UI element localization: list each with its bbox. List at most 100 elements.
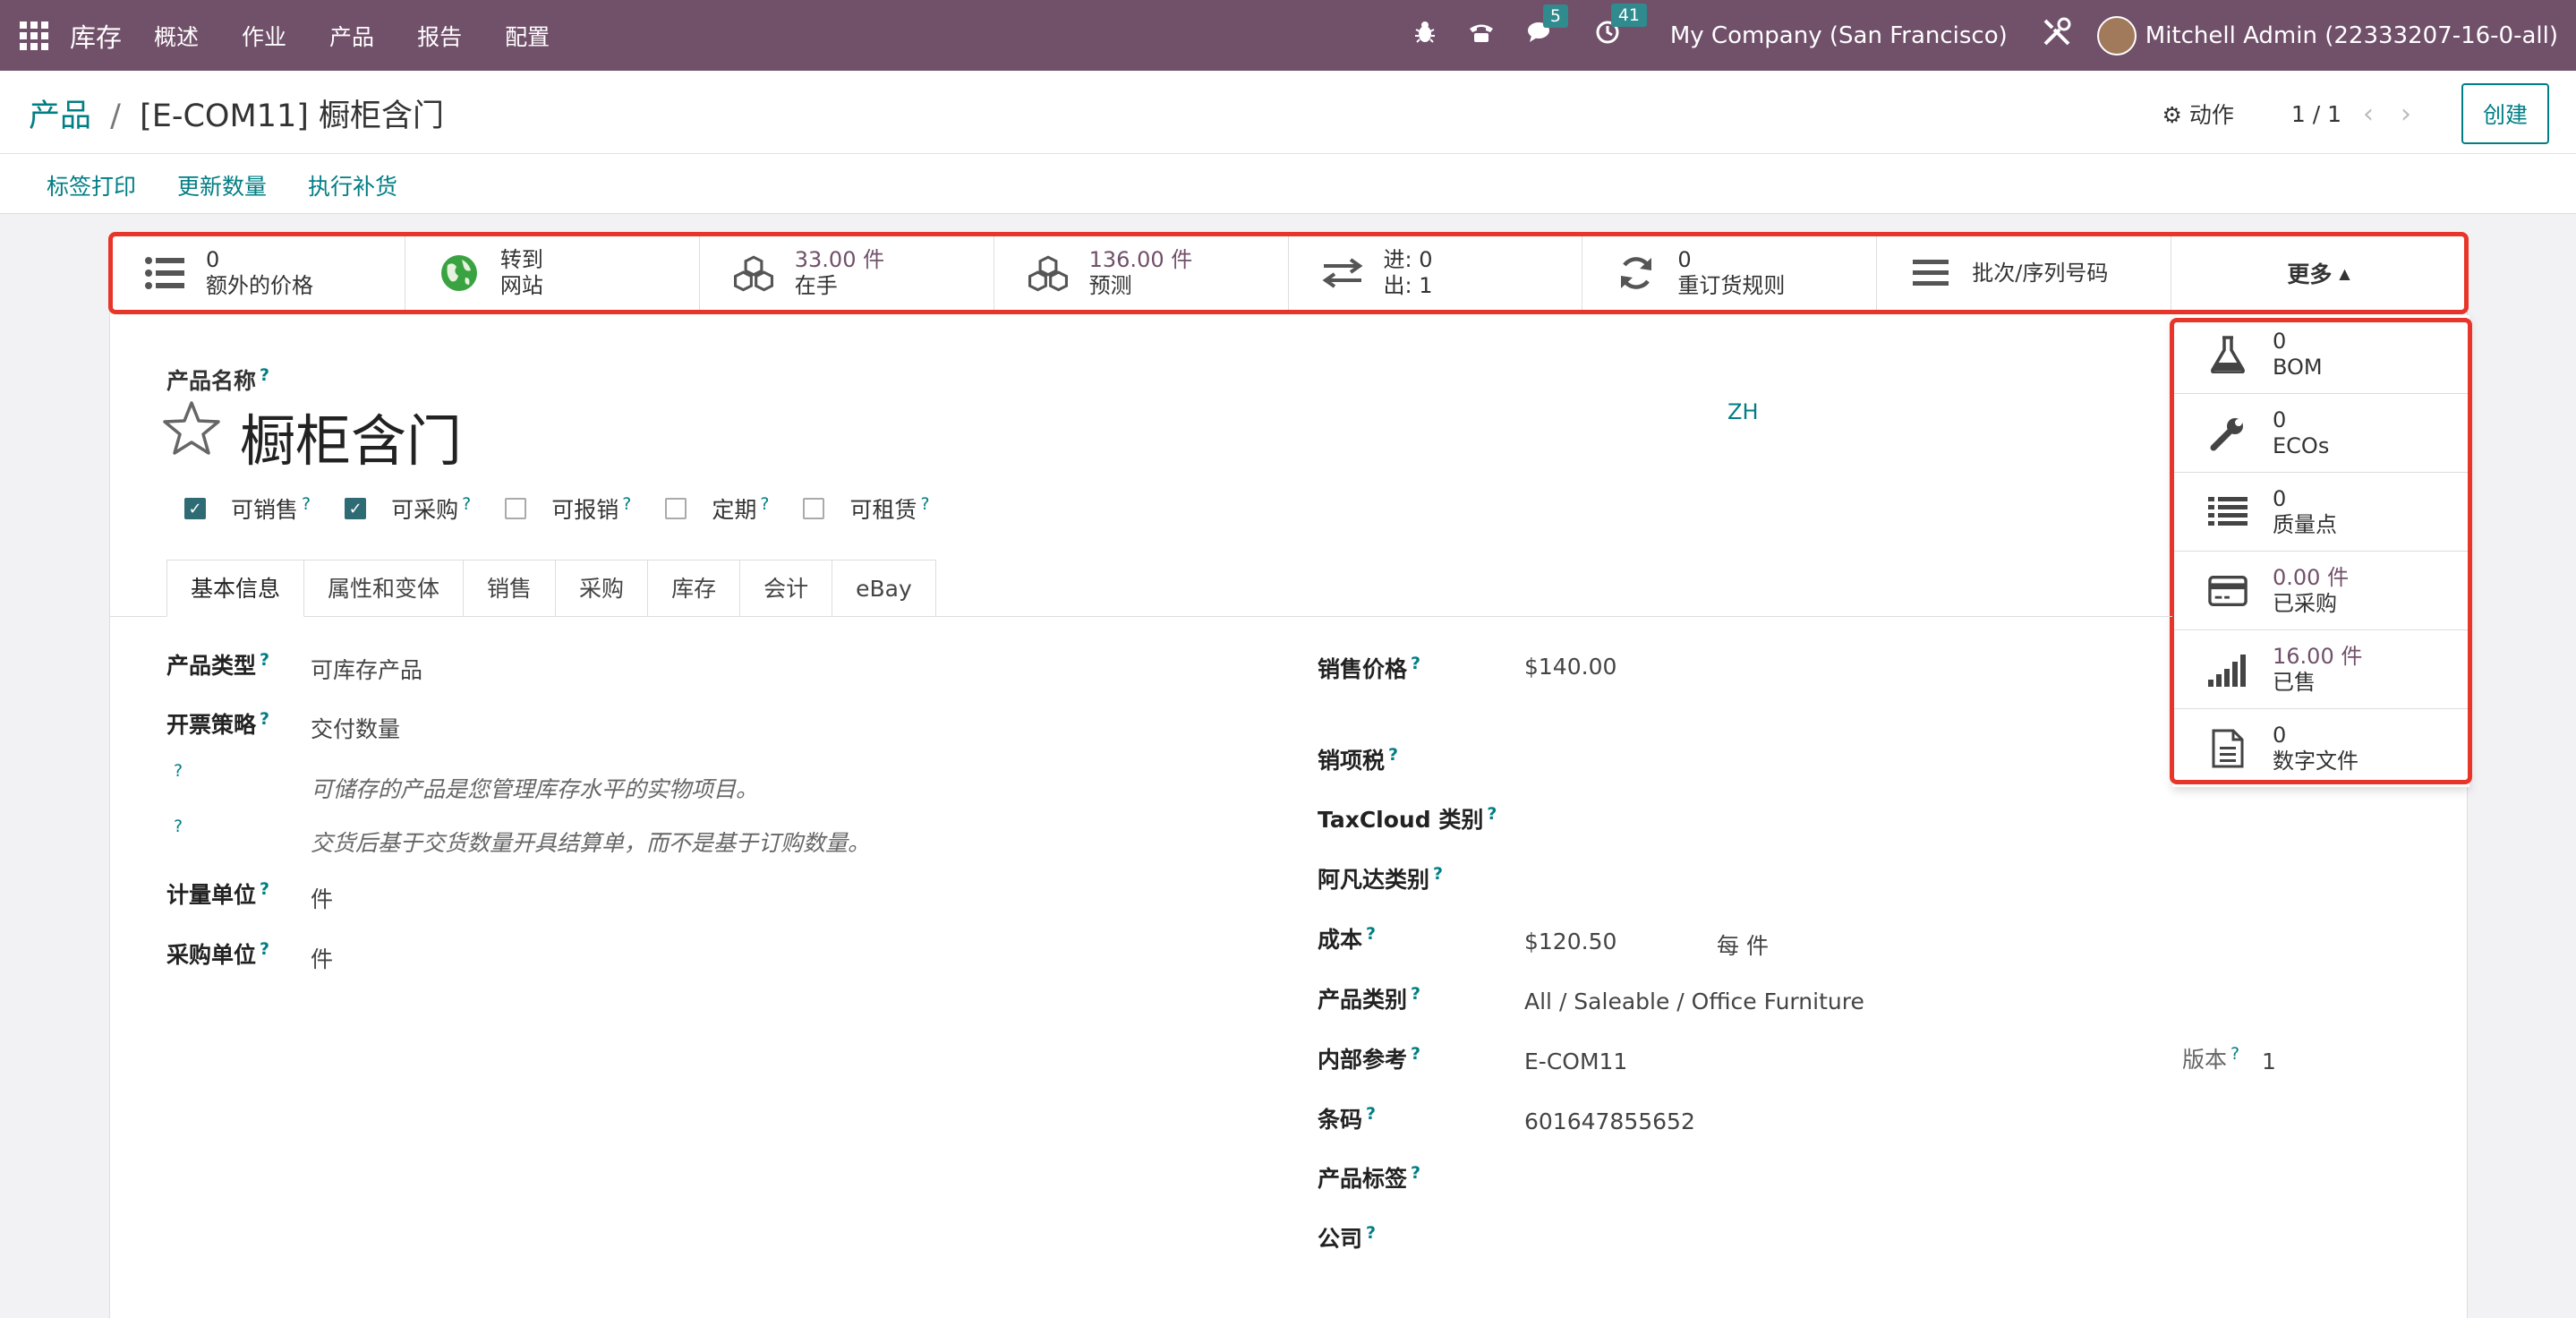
- stat-forecasted[interactable]: 136.00 件预测: [994, 235, 1289, 312]
- gear-icon: ⚙: [2162, 102, 2182, 128]
- stat-label: 网站: [499, 273, 543, 298]
- dropdown-item-sold[interactable]: 16.00 件已售: [2172, 630, 2469, 709]
- print-labels-button[interactable]: 标签打印: [47, 169, 136, 201]
- stat-on-hand[interactable]: 33.00 件在手: [700, 235, 994, 312]
- can-be-expensed-checkbox[interactable]: [505, 498, 527, 519]
- tools-icon[interactable]: [2042, 17, 2072, 54]
- invoice-policy-note: 交货后基于交货数量开具结算单，而不是基于订购数量。: [311, 830, 871, 856]
- customer-taxes-label: 销项税?: [1318, 744, 1399, 774]
- menu-overview[interactable]: 概述: [154, 20, 199, 52]
- dropdown-value: 0: [2273, 485, 2287, 511]
- stat-in-out[interactable]: 进: 0 出: 1: [1289, 235, 1583, 312]
- stat-value: 33.00 件: [794, 247, 885, 272]
- file-icon: [2208, 729, 2248, 768]
- can-be-rented-label: 可租赁?: [849, 493, 930, 523]
- cost-label: 成本?: [1318, 923, 1377, 953]
- menu-products[interactable]: 产品: [329, 20, 374, 52]
- menu-reporting[interactable]: 报告: [417, 20, 462, 52]
- bug-icon[interactable]: [1414, 21, 1436, 50]
- dropdown-item-purchased[interactable]: 0.00 件已采购: [2172, 552, 2469, 630]
- user-menu[interactable]: Mitchell Admin (22333207-16-0-all): [2145, 22, 2558, 49]
- create-button[interactable]: 创建: [2461, 83, 2549, 144]
- invoice-policy-label: 开票策略?: [166, 708, 270, 738]
- dropdown-item-digital-files[interactable]: 0 数字文件: [2172, 709, 2469, 788]
- tab-inventory[interactable]: 库存: [648, 560, 741, 617]
- pager-next-icon[interactable]: ›: [2401, 98, 2411, 130]
- sales-price-label: 销售价格?: [1318, 653, 1421, 682]
- dropdown-item-quality-points[interactable]: 0 质量点: [2172, 473, 2469, 552]
- flask-icon: [2208, 335, 2248, 374]
- cost-value[interactable]: $120.50: [1524, 929, 1616, 954]
- language-button[interactable]: ZH: [1727, 399, 1759, 424]
- dropdown-item-bom[interactable]: 0 BOM: [2172, 315, 2469, 394]
- product-category-value[interactable]: All / Saleable / Office Furniture: [1524, 988, 1864, 1014]
- company-label: 公司?: [1318, 1222, 1377, 1252]
- stat-value: 0: [206, 247, 220, 272]
- action-menu-button[interactable]: ⚙ 动作: [2162, 98, 2233, 130]
- more-label: 更多: [2287, 261, 2333, 287]
- stat-lots-serials[interactable]: 批次/序列号码: [1877, 235, 2172, 312]
- uom-value[interactable]: 件: [311, 882, 333, 914]
- caret-up-icon: ▲: [2339, 264, 2350, 282]
- breadcrumb-products-link[interactable]: 产品: [29, 98, 91, 134]
- stat-go-to-website[interactable]: 转到 网站: [405, 235, 700, 312]
- taxcloud-category-label: TaxCloud 类别?: [1318, 803, 1497, 833]
- tab-ebay[interactable]: eBay: [832, 560, 936, 617]
- pager-previous-icon[interactable]: ‹: [2363, 98, 2374, 130]
- avatax-category-label: 阿凡达类别?: [1318, 863, 1444, 893]
- cubes-icon: [732, 252, 775, 295]
- sales-price-value[interactable]: $140.00: [1524, 654, 1616, 680]
- stat-reordering-rules[interactable]: 0 重订货规则: [1582, 235, 1878, 312]
- can-be-purchased-checkbox[interactable]: ✓: [345, 498, 367, 519]
- replenish-button[interactable]: 执行补货: [308, 169, 397, 201]
- phone-icon[interactable]: [1468, 21, 1495, 50]
- user-avatar[interactable]: [2096, 15, 2137, 56]
- update-quantity-button[interactable]: 更新数量: [177, 169, 267, 201]
- control-panel: 产品 / [E-COM11] 橱柜含门 ⚙ 动作 1 / 1 ‹ › 创建 标签…: [0, 71, 2576, 214]
- can-be-sold-checkbox[interactable]: ✓: [184, 498, 206, 519]
- tab-attributes-variants[interactable]: 属性和变体: [304, 560, 465, 617]
- menu-operations[interactable]: 作业: [242, 20, 286, 52]
- stat-extra-prices[interactable]: 0 额外的价格: [111, 235, 405, 312]
- star-icon[interactable]: [163, 399, 220, 457]
- purchase-uom-value[interactable]: 件: [311, 942, 333, 974]
- stat-label: 重订货规则: [1677, 273, 1786, 298]
- tab-accounting[interactable]: 会计: [740, 560, 833, 617]
- recurring-label: 定期?: [712, 493, 770, 523]
- action-label: 动作: [2188, 102, 2234, 128]
- stat-label: 在手: [794, 273, 838, 298]
- app-brand[interactable]: 库存: [70, 17, 122, 55]
- clock-icon[interactable]: 41: [1595, 4, 1648, 51]
- product-type-value[interactable]: 可库存产品: [311, 653, 422, 685]
- stat-label: 预测: [1088, 273, 1132, 298]
- dropdown-value: 0: [2273, 407, 2287, 432]
- stat-label: 额外的价格: [206, 273, 313, 298]
- chat-icon[interactable]: 5: [1527, 4, 1568, 50]
- stat-label: 批次/序列号码: [1972, 260, 2109, 286]
- pager-value[interactable]: 1 / 1: [2291, 101, 2341, 127]
- smart-button-bar: 0 额外的价格 转到 网站 33.00 件在手 136.00 件预测 进: 0 出: …: [111, 235, 2466, 312]
- dropdown-item-ecos[interactable]: 0 ECOs: [2172, 394, 2469, 473]
- recurring-checkbox[interactable]: [665, 498, 687, 519]
- control-divider: [0, 153, 2576, 154]
- product-title[interactable]: 橱柜含门: [240, 396, 462, 476]
- list-icon: [2208, 492, 2248, 532]
- invoice-policy-value[interactable]: 交付数量: [311, 712, 400, 744]
- menu-configuration[interactable]: 配置: [505, 20, 550, 52]
- form-tabs: 基本信息 属性和变体 销售 采购 库存 会计 eBay: [166, 560, 936, 617]
- header-buttons: 标签打印 更新数量 执行补货: [47, 169, 439, 201]
- tab-general-info[interactable]: 基本信息: [166, 560, 305, 617]
- internal-reference-value[interactable]: E-COM11: [1524, 1048, 1627, 1074]
- tab-purchase[interactable]: 采购: [556, 560, 649, 617]
- product-category-label: 产品类别?: [1318, 983, 1421, 1013]
- tab-sales[interactable]: 销售: [464, 560, 557, 617]
- dropdown-label: 已采购: [2273, 590, 2337, 616]
- apps-menu-icon[interactable]: [20, 21, 48, 50]
- can-be-rented-checkbox[interactable]: [803, 498, 825, 519]
- internal-reference-label: 内部参考?: [1318, 1043, 1421, 1073]
- company-switcher[interactable]: My Company (San Francisco): [1670, 22, 2008, 49]
- more-button[interactable]: 更多 ▲: [2171, 235, 2466, 312]
- product-type-note: 可储存的产品是您管理库存水平的实物项目。: [311, 776, 759, 802]
- signal-icon: [2208, 650, 2248, 689]
- barcode-value[interactable]: 601647855652: [1524, 1108, 1695, 1134]
